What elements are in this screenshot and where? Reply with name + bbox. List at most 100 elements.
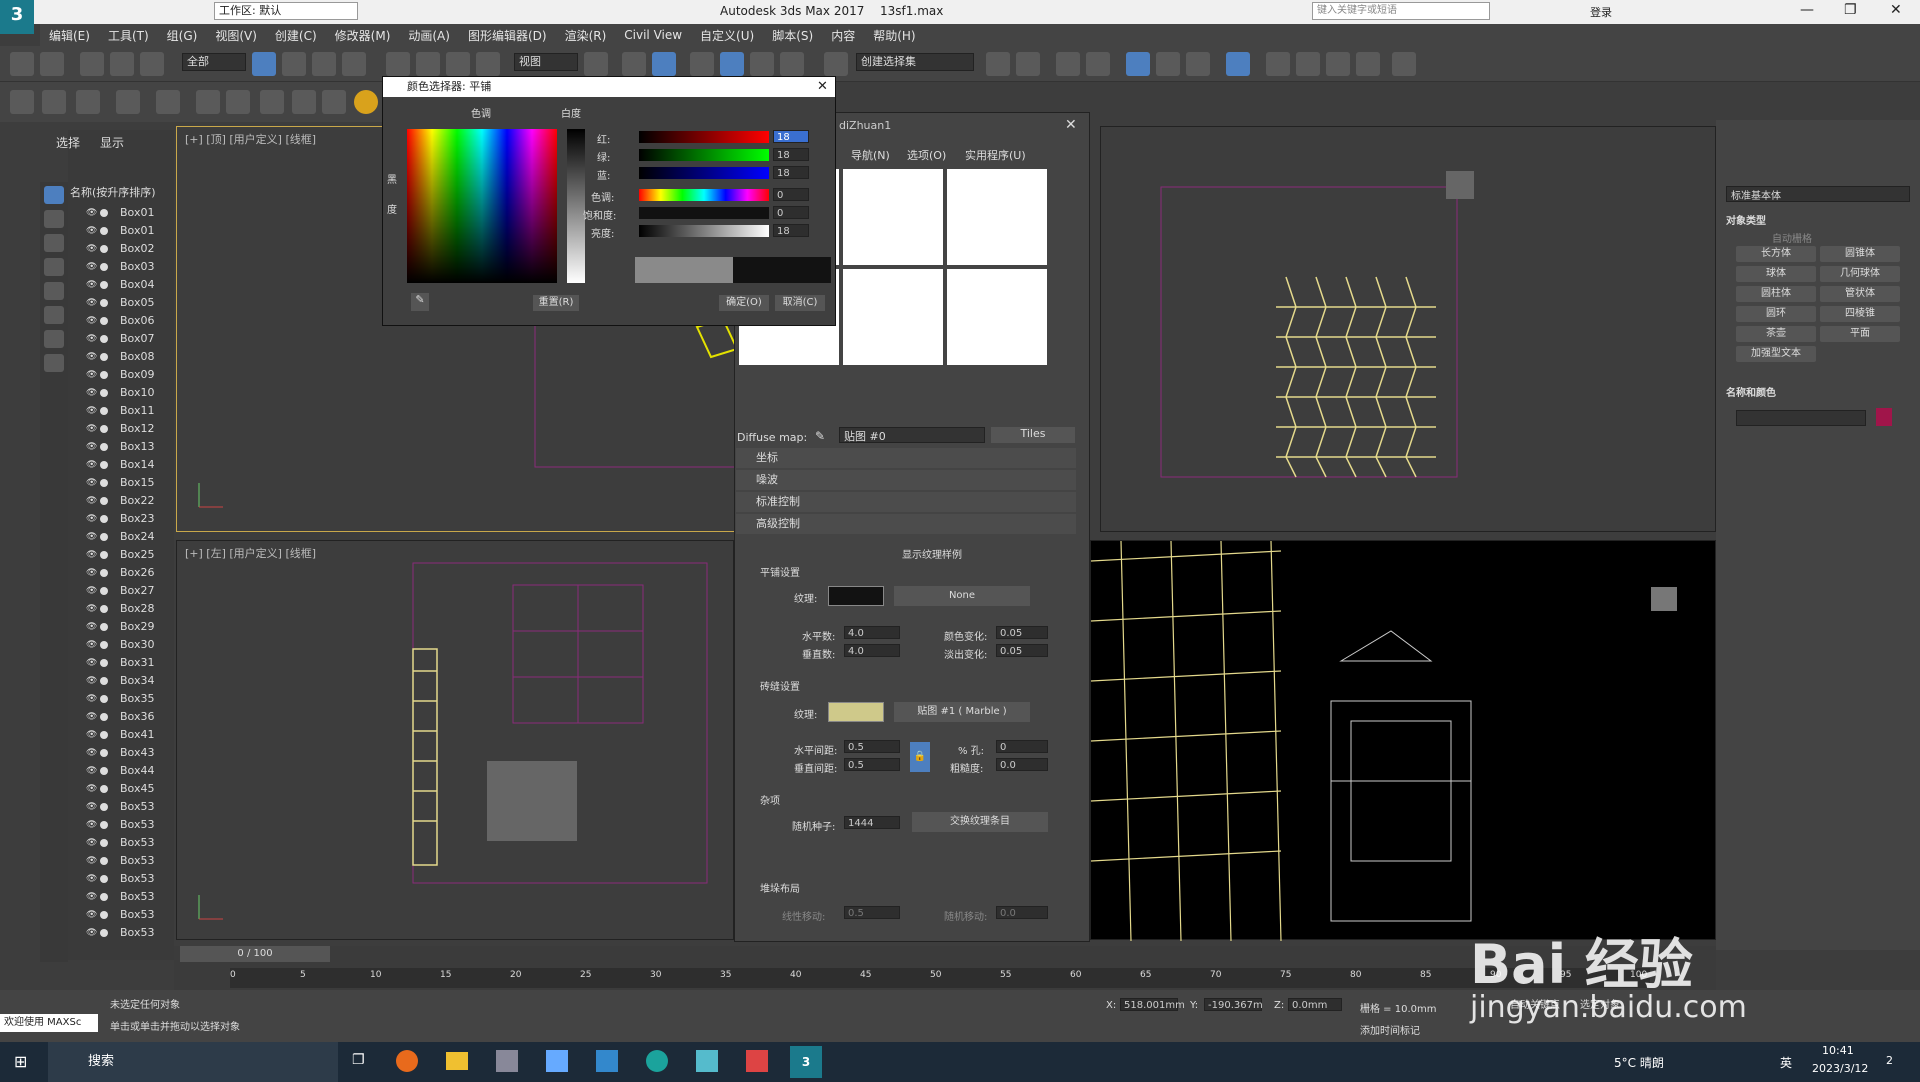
reset-button[interactable]: 重置(R) bbox=[533, 295, 579, 311]
cone-button[interactable]: 圆锥体 bbox=[1820, 246, 1900, 262]
menu-scripting[interactable]: 脚本(S) bbox=[763, 27, 822, 44]
app-icon[interactable] bbox=[696, 1050, 718, 1072]
list-item[interactable]: 👁 Box53 bbox=[68, 816, 168, 834]
menu-tools[interactable]: 工具(T) bbox=[99, 27, 158, 44]
map-name-field[interactable]: 贴图 #0 bbox=[839, 427, 985, 443]
list-item[interactable]: 👁 Box53 bbox=[68, 852, 168, 870]
map-type-button[interactable]: Tiles bbox=[991, 427, 1075, 443]
seed-spinner[interactable]: 1444 bbox=[844, 816, 900, 829]
cylinder-button[interactable]: 圆柱体 bbox=[1736, 286, 1816, 302]
nurbs-icon[interactable] bbox=[10, 90, 34, 114]
box-button[interactable]: 长方体 bbox=[1736, 246, 1816, 262]
workspace-select[interactable]: 工作区: 默认 bbox=[214, 2, 358, 20]
unlink-icon[interactable] bbox=[110, 52, 134, 76]
time-slider[interactable]: 0 / 100 bbox=[180, 946, 330, 962]
filter-helpers-icon[interactable] bbox=[44, 306, 64, 324]
v-count-spinner[interactable]: 4.0 bbox=[844, 644, 900, 657]
list-item[interactable]: 👁 Box06 bbox=[68, 312, 168, 330]
list-item[interactable]: 👁 Box01 bbox=[68, 222, 168, 240]
camera-icon[interactable] bbox=[156, 90, 180, 114]
light-icon[interactable] bbox=[116, 90, 140, 114]
plane-button[interactable]: 平面 bbox=[1820, 326, 1900, 342]
image-icon[interactable] bbox=[76, 90, 100, 114]
render-setup-icon[interactable] bbox=[1266, 52, 1290, 76]
eye-icon[interactable]: 👁 bbox=[86, 816, 97, 834]
undo-icon[interactable] bbox=[10, 52, 34, 76]
freeze-icon[interactable] bbox=[100, 425, 108, 433]
link-icon[interactable] bbox=[80, 52, 104, 76]
sun-icon[interactable] bbox=[354, 90, 378, 114]
freeze-icon[interactable] bbox=[100, 353, 108, 361]
eye-icon[interactable]: 👁 bbox=[86, 762, 97, 780]
list-item[interactable]: 👁 Box14 bbox=[68, 456, 168, 474]
eye-icon[interactable]: 👁 bbox=[86, 618, 97, 636]
bind-icon[interactable] bbox=[140, 52, 164, 76]
list-item[interactable]: 👁 Box09 bbox=[68, 366, 168, 384]
explorer-icon[interactable] bbox=[446, 1052, 468, 1070]
freeze-icon[interactable] bbox=[100, 641, 108, 649]
app-logo[interactable]: 3 bbox=[0, 0, 34, 34]
clock-time[interactable]: 10:41 bbox=[1822, 1044, 1854, 1057]
named-selection-set[interactable]: 创建选择集 bbox=[856, 53, 974, 71]
list-item[interactable]: 👁 Box25 bbox=[68, 546, 168, 564]
eyedropper-icon[interactable]: ✎ bbox=[815, 429, 825, 443]
selection-filter[interactable]: 全部 bbox=[182, 53, 246, 71]
freeze-icon[interactable] bbox=[100, 371, 108, 379]
firefox-icon[interactable] bbox=[396, 1050, 418, 1072]
eye-icon[interactable]: 👁 bbox=[86, 258, 97, 276]
eye-icon[interactable]: 👁 bbox=[86, 348, 97, 366]
pivot-icon[interactable] bbox=[584, 52, 608, 76]
freeze-icon[interactable] bbox=[100, 857, 108, 865]
list-item[interactable]: 👁 Box44 bbox=[68, 762, 168, 780]
eye-icon[interactable]: 👁 bbox=[86, 924, 97, 942]
tab-display[interactable]: 显示 bbox=[100, 134, 124, 151]
teapot-button[interactable]: 茶壶 bbox=[1736, 326, 1816, 342]
name-color-rollout[interactable]: 名称和颜色 bbox=[1726, 384, 1776, 399]
rollout-noise[interactable]: 噪波 bbox=[736, 470, 1076, 490]
sample-slot[interactable] bbox=[947, 269, 1047, 365]
filter-geometry-icon[interactable] bbox=[44, 210, 64, 228]
rect-select-icon[interactable] bbox=[312, 52, 336, 76]
freeze-icon[interactable] bbox=[100, 623, 108, 631]
freeze-icon[interactable] bbox=[100, 281, 108, 289]
category-dropdown[interactable]: 标准基本体 bbox=[1726, 186, 1910, 202]
list-item[interactable]: 👁 Box24 bbox=[68, 528, 168, 546]
eye-icon[interactable]: 👁 bbox=[86, 222, 97, 240]
start-icon[interactable]: ⊞ bbox=[14, 1052, 27, 1071]
filter-lights-icon[interactable] bbox=[44, 258, 64, 276]
eyedropper-icon[interactable]: ✎ bbox=[411, 293, 429, 311]
list-item[interactable]: 👁 Box01 bbox=[68, 204, 168, 222]
place-icon[interactable] bbox=[476, 52, 500, 76]
eye-icon[interactable]: 👁 bbox=[86, 546, 97, 564]
eye-icon[interactable]: 👁 bbox=[86, 528, 97, 546]
eye-icon[interactable]: 👁 bbox=[86, 294, 97, 312]
tile-color-swatch[interactable] bbox=[828, 586, 884, 606]
menu-rendering[interactable]: 渲染(R) bbox=[556, 27, 616, 44]
app-icon[interactable] bbox=[546, 1050, 568, 1072]
manipulate-icon[interactable] bbox=[622, 52, 646, 76]
hue-spinner[interactable]: 0 bbox=[773, 188, 809, 201]
list-item[interactable]: 👁 Box30 bbox=[68, 636, 168, 654]
eye-icon[interactable]: 👁 bbox=[86, 420, 97, 438]
ok-button[interactable]: 确定(O) bbox=[719, 295, 769, 311]
hue-slider[interactable] bbox=[639, 189, 769, 201]
maxscript-listener[interactable]: 欢迎使用 MAXSc bbox=[0, 1014, 98, 1032]
rollout-standard-controls[interactable]: 标准控制 bbox=[736, 492, 1076, 512]
eye-icon[interactable]: 👁 bbox=[86, 564, 97, 582]
saturation-spinner[interactable]: 0 bbox=[773, 206, 809, 219]
render-icon[interactable] bbox=[1326, 52, 1350, 76]
mated-close-icon[interactable]: ✕ bbox=[1065, 117, 1077, 133]
keyboard-shortcut-icon[interactable] bbox=[652, 52, 676, 76]
timeline-ticks[interactable]: 0 5 10 15 20 25 30 35 40 45 50 55 60 65 70 75 80 85 90 95 10… bbox=[230, 968, 1650, 988]
list-item[interactable]: 👁 Box53 bbox=[68, 888, 168, 906]
eye-icon[interactable]: 👁 bbox=[86, 474, 97, 492]
list-item[interactable]: 👁 Box10 bbox=[68, 384, 168, 402]
layer-explorer-icon[interactable] bbox=[1086, 52, 1110, 76]
menu-create[interactable]: 创建(C) bbox=[266, 27, 326, 44]
eye-icon[interactable]: 👁 bbox=[86, 366, 97, 384]
menu-modifiers[interactable]: 修改器(M) bbox=[326, 27, 400, 44]
snaps-toggle-icon[interactable] bbox=[690, 52, 714, 76]
ribbon-icon[interactable] bbox=[1126, 52, 1150, 76]
freeze-icon[interactable] bbox=[100, 767, 108, 775]
fade-var-spinner[interactable]: 0.05 bbox=[996, 644, 1048, 657]
